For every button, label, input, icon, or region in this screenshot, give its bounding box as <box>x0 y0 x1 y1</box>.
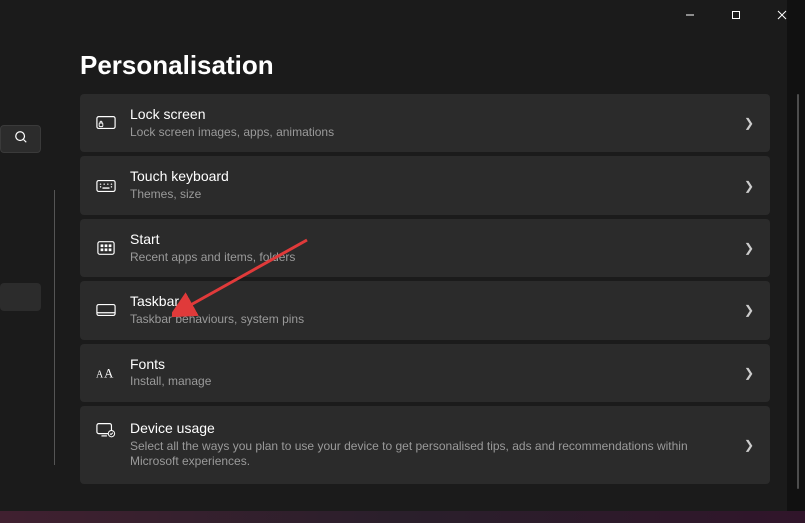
minimize-button[interactable] <box>667 0 713 30</box>
maximize-button[interactable] <box>713 0 759 30</box>
chevron-right-icon: ❯ <box>744 438 754 452</box>
row-title: Start <box>130 231 736 248</box>
svg-text:A: A <box>104 366 114 380</box>
sidebar-divider <box>54 190 55 465</box>
svg-text:A: A <box>96 369 104 380</box>
device-usage-icon <box>92 422 120 438</box>
row-desc: Themes, size <box>130 187 736 203</box>
row-title: Taskbar <box>130 293 736 310</box>
search-button[interactable] <box>0 125 41 153</box>
settings-list: Lock screen Lock screen images, apps, an… <box>80 94 770 484</box>
fonts-icon: AA <box>92 365 120 381</box>
row-desc: Lock screen images, apps, animations <box>130 125 736 141</box>
page-title: Personalisation <box>80 50 274 81</box>
lock-screen-icon <box>92 115 120 131</box>
chevron-right-icon: ❯ <box>744 366 754 380</box>
row-title: Lock screen <box>130 106 736 123</box>
row-title: Touch keyboard <box>130 168 736 185</box>
taskbar-icon <box>92 303 120 317</box>
start-icon <box>92 240 120 256</box>
desktop-peek <box>0 511 805 523</box>
row-desc: Taskbar behaviours, system pins <box>130 312 736 328</box>
settings-row-start[interactable]: Start Recent apps and items, folders ❯ <box>80 219 770 277</box>
chevron-right-icon: ❯ <box>744 241 754 255</box>
search-icon <box>14 130 28 149</box>
row-desc: Recent apps and items, folders <box>130 250 736 266</box>
close-button[interactable] <box>759 0 805 30</box>
titlebar <box>667 0 805 30</box>
row-desc: Select all the ways you plan to use your… <box>130 439 736 470</box>
settings-row-device-usage[interactable]: Device usage Select all the ways you pla… <box>80 406 770 484</box>
row-desc: Install, manage <box>130 374 736 390</box>
chevron-right-icon: ❯ <box>744 116 754 130</box>
settings-row-lock-screen[interactable]: Lock screen Lock screen images, apps, an… <box>80 94 770 152</box>
window-right-edge <box>787 0 805 523</box>
sidebar-active-item[interactable] <box>0 283 41 311</box>
settings-row-fonts[interactable]: AA Fonts Install, manage ❯ <box>80 344 770 402</box>
row-title: Device usage <box>130 420 736 437</box>
settings-row-taskbar[interactable]: Taskbar Taskbar behaviours, system pins … <box>80 281 770 339</box>
scrollbar[interactable] <box>797 94 799 489</box>
keyboard-icon <box>92 179 120 193</box>
chevron-right-icon: ❯ <box>744 179 754 193</box>
settings-row-touch-keyboard[interactable]: Touch keyboard Themes, size ❯ <box>80 156 770 214</box>
chevron-right-icon: ❯ <box>744 303 754 317</box>
row-title: Fonts <box>130 356 736 373</box>
